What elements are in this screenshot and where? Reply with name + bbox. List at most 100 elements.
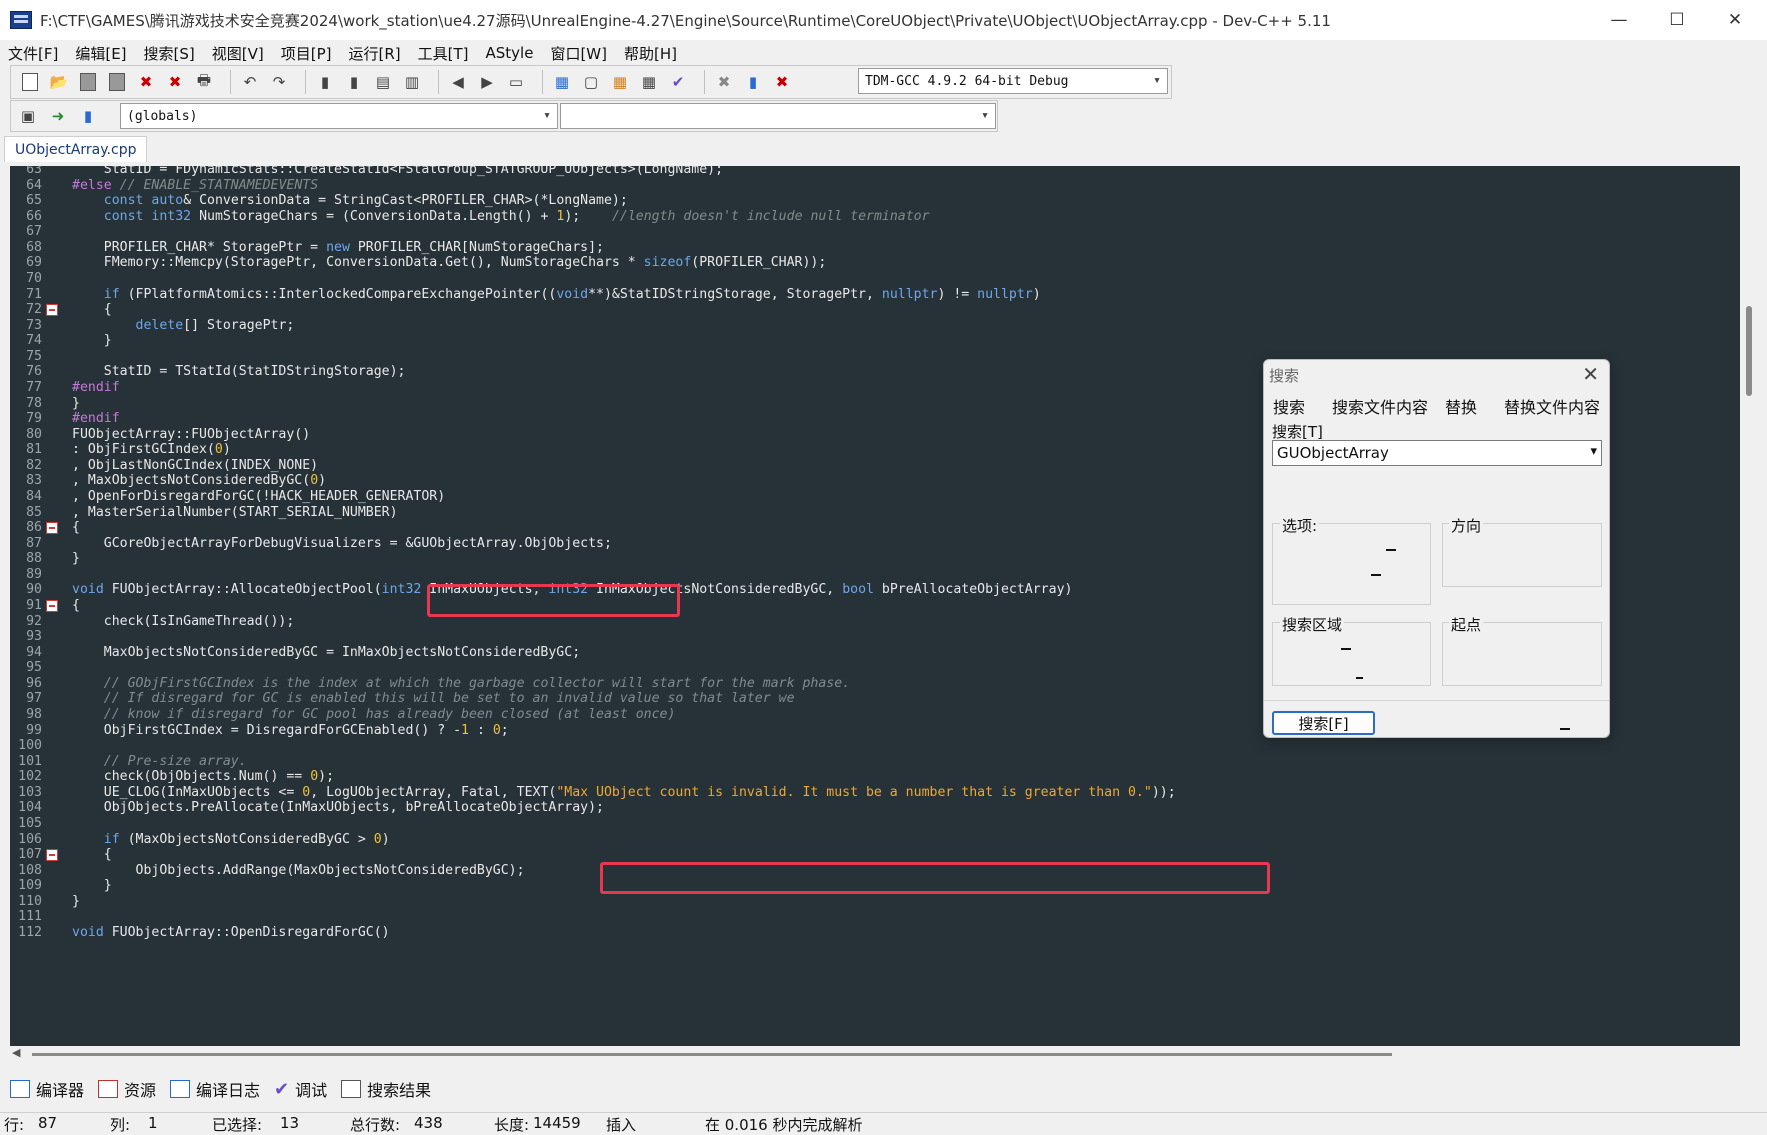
- toggle-comment-icon[interactable]: ▤: [372, 71, 394, 93]
- undo-icon[interactable]: ↶: [239, 71, 261, 93]
- menu-bar: 文件[F] 编辑[E] 搜索[S] 视图[V] 项目[P] 运行[R] 工具[T…: [0, 40, 1767, 66]
- tab-compile-log[interactable]: 编译日志: [170, 1077, 260, 1101]
- origin-label: 起点: [1449, 614, 1484, 635]
- toggle-bookmark-icon[interactable]: ▮: [77, 105, 99, 127]
- maximize-icon[interactable]: ☐: [1648, 0, 1706, 40]
- tab-compiler[interactable]: 编译器: [10, 1077, 84, 1101]
- print-icon[interactable]: 🖶: [193, 71, 215, 93]
- scope-select[interactable]: (globals) ▾: [120, 103, 558, 129]
- insert-icon[interactable]: ➜: [47, 105, 69, 127]
- menu-search[interactable]: 搜索[S]: [144, 43, 195, 64]
- unindent-icon[interactable]: ▮: [343, 71, 365, 93]
- devcpp-app-icon: [10, 11, 32, 29]
- status-row: 87: [38, 1114, 58, 1132]
- code-text: void FUObjectArray::OpenDisregardForGC(): [72, 924, 390, 940]
- options-label: 选项:: [1280, 515, 1320, 536]
- open-file-icon[interactable]: 📂: [48, 71, 70, 93]
- tab-label: 资源: [124, 1081, 157, 1100]
- menu-view[interactable]: 视图[V]: [212, 43, 264, 64]
- goto-icon[interactable]: ▥: [401, 71, 423, 93]
- scroll-left-icon[interactable]: ◀: [12, 1046, 20, 1059]
- find-input-value: GUObjectArray: [1277, 444, 1389, 462]
- window-title: F:\CTF\GAMES\腾讯游戏技术安全竞赛2024\work_station…: [40, 11, 1331, 30]
- code-line[interactable]: 112 void FUObjectArray::OpenDisregardForG…: [10, 924, 1730, 942]
- compile-run-icon[interactable]: ▦: [609, 71, 631, 93]
- compiler-select[interactable]: TDM-GCC 4.9.2 64-bit Debug ▾: [858, 68, 1168, 94]
- close-all-icon[interactable]: ✖: [164, 71, 186, 93]
- delete-profile-icon[interactable]: ✖: [771, 71, 793, 93]
- search-dialog: 搜索 ✕ 搜索 搜索文件内容 替换 替换文件内容 搜索[T] GUObjectA…: [1263, 359, 1610, 738]
- tab-replace[interactable]: 替换: [1445, 394, 1477, 418]
- class-browser-icon[interactable]: ▣: [17, 105, 39, 127]
- profile-icon[interactable]: ▮: [742, 71, 764, 93]
- scope-label: 搜索区域: [1280, 614, 1345, 635]
- search-button[interactable]: 搜索[F]: [1272, 711, 1375, 735]
- scope-select-value: (globals): [127, 108, 198, 124]
- minimize-icon[interactable]: —: [1590, 0, 1648, 40]
- new-file-icon[interactable]: [19, 71, 41, 93]
- function-select[interactable]: ▾: [560, 103, 996, 129]
- close-icon[interactable]: ✕: [1706, 0, 1764, 40]
- bookmark-prev-icon[interactable]: ◀: [447, 71, 469, 93]
- highlight-box-error-string: [600, 862, 1270, 894]
- resources-icon: [98, 1080, 119, 1098]
- line-number: 112: [18, 924, 42, 940]
- syntax-check-icon[interactable]: ✔: [667, 71, 689, 93]
- vertical-scrollbar[interactable]: [1740, 166, 1760, 1046]
- status-sel: 13: [280, 1114, 300, 1132]
- menu-file[interactable]: 文件[F]: [8, 43, 58, 64]
- close-file-icon[interactable]: ✖: [135, 71, 157, 93]
- save-all-icon[interactable]: [106, 71, 128, 93]
- indent-icon[interactable]: ▮: [314, 71, 336, 93]
- save-icon[interactable]: [77, 71, 99, 93]
- compile-icon[interactable]: ▦: [551, 71, 573, 93]
- chevron-down-icon: ▾: [981, 108, 989, 123]
- toolbar-separator: [438, 70, 439, 94]
- menu-run[interactable]: 运行[R]: [348, 43, 400, 64]
- status-col: 1: [148, 1114, 158, 1132]
- scrollbar-thumb[interactable]: [1746, 306, 1752, 396]
- scope-marker: [1356, 677, 1363, 679]
- chevron-down-icon: ▾: [543, 108, 551, 123]
- tab-search-files[interactable]: 搜索文件内容: [1332, 394, 1428, 418]
- tab-resources[interactable]: 资源: [98, 1077, 156, 1101]
- tab-search-results[interactable]: 搜索结果: [341, 1077, 431, 1101]
- file-tab[interactable]: UObjectArray.cpp: [4, 136, 148, 162]
- run-icon[interactable]: ▢: [580, 71, 602, 93]
- status-lines: 438: [414, 1114, 443, 1132]
- bottom-panel-tabs: 编译器 资源 编译日志 ✔ 调试 搜索结果: [0, 1074, 1767, 1104]
- menu-edit[interactable]: 编辑[E]: [75, 43, 126, 64]
- toolbar-separator: [542, 70, 543, 94]
- stop-icon[interactable]: ✖: [713, 71, 735, 93]
- find-input[interactable]: GUObjectArray ▾: [1272, 440, 1602, 466]
- toolbar-separator: [230, 70, 231, 94]
- fold-toggle-icon[interactable]: [46, 599, 58, 612]
- chevron-down-icon: ▾: [1153, 73, 1161, 88]
- fold-toggle-icon[interactable]: [46, 522, 58, 535]
- direction-label: 方向: [1449, 515, 1484, 536]
- menu-astyle[interactable]: AStyle: [486, 44, 534, 62]
- toolbar-separator: [704, 70, 705, 94]
- check-icon: ✔: [274, 1078, 290, 1100]
- fold-toggle-icon[interactable]: [46, 849, 58, 862]
- dialog-divider: [1264, 700, 1609, 701]
- status-length: 14459: [533, 1114, 581, 1132]
- horizontal-scrollbar[interactable]: ◀: [10, 1046, 1760, 1062]
- tab-search[interactable]: 搜索: [1273, 394, 1305, 418]
- tab-label: 编译日志: [196, 1081, 261, 1100]
- bookmark-next-icon[interactable]: ▶: [476, 71, 498, 93]
- rebuild-icon[interactable]: ▦: [638, 71, 660, 93]
- close-icon[interactable]: ✕: [1582, 362, 1599, 386]
- menu-project[interactable]: 项目[P]: [281, 43, 332, 64]
- menu-help[interactable]: 帮助[H]: [624, 43, 677, 64]
- toolbar-separator: [305, 70, 306, 94]
- tab-debug[interactable]: ✔ 调试: [274, 1077, 327, 1101]
- menu-tools[interactable]: 工具[T]: [418, 43, 469, 64]
- scrollbar-thumb[interactable]: [32, 1053, 1392, 1056]
- goto-line-icon[interactable]: ▭: [505, 71, 527, 93]
- tab-replace-files[interactable]: 替换文件内容: [1504, 394, 1600, 418]
- redo-icon[interactable]: ↷: [268, 71, 290, 93]
- menu-window[interactable]: 窗口[W]: [550, 43, 607, 64]
- fold-toggle-icon[interactable]: [46, 304, 58, 317]
- scope-marker: [1341, 648, 1351, 650]
